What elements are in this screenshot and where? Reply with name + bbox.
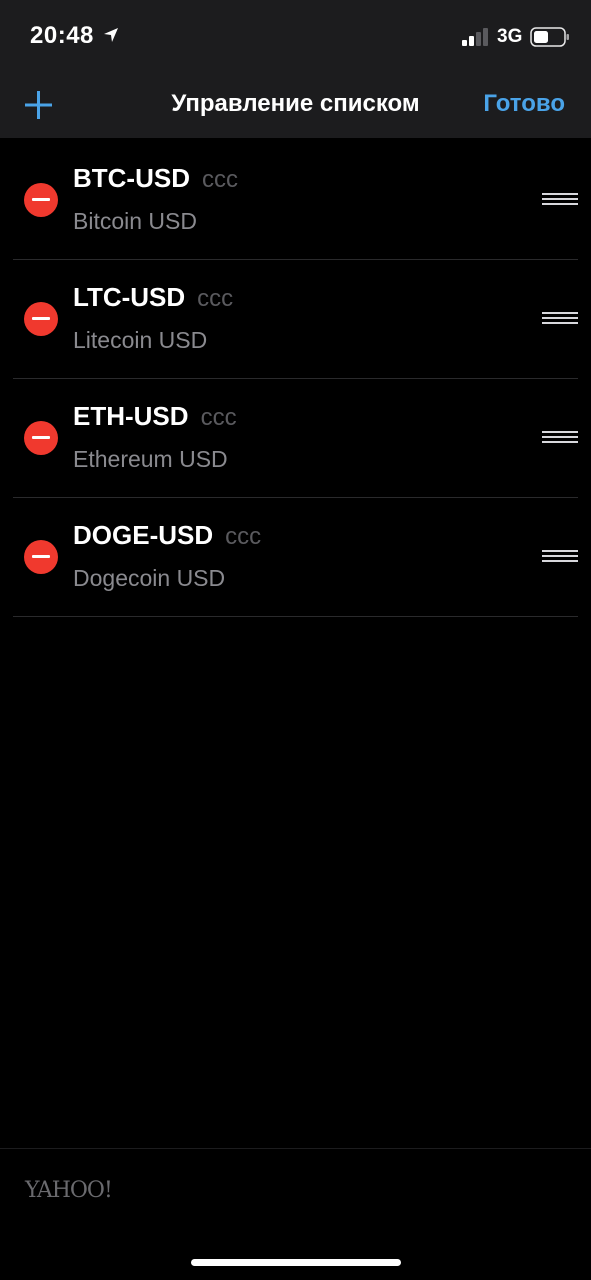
list-item: LTC-USD CCC Litecoin USD: [13, 260, 578, 379]
delete-minus-icon[interactable]: [24, 540, 58, 574]
reorder-handle-icon[interactable]: [542, 431, 578, 445]
done-button[interactable]: Готово: [483, 90, 565, 118]
reorder-handle-icon[interactable]: [542, 193, 578, 207]
exchange-label: CCC: [202, 166, 238, 193]
ticker-symbol-text: BTC-USD: [73, 163, 190, 193]
delete-minus-icon[interactable]: [24, 302, 58, 336]
exchange-label: CCC: [225, 523, 262, 550]
yahoo-logo: YAHOO!: [25, 1178, 113, 1203]
battery-icon: [530, 27, 569, 47]
ticker-symbol-text: LTC-USD: [73, 282, 186, 312]
exchange-label: CCC: [197, 285, 234, 312]
exchange-label: CCC: [200, 404, 237, 431]
ticker-name: Dogecoin USD: [73, 565, 226, 591]
status-time: 20:48: [30, 22, 94, 49]
list-item: BTC-USD CCC Bitcoin USD: [13, 141, 578, 260]
reorder-handle-icon[interactable]: [542, 550, 578, 564]
home-indicator[interactable]: [191, 1259, 401, 1266]
signal-icon: [462, 28, 488, 46]
reorder-handle-icon[interactable]: [542, 312, 578, 326]
ticker-symbol: ETH-USD CCC: [73, 401, 237, 432]
ticker-symbol: DOGE-USD CCC: [73, 520, 261, 551]
footer-divider: [0, 1148, 591, 1149]
network-type-label: 3G: [497, 26, 523, 47]
ticker-symbol-text: DOGE-USD: [73, 520, 214, 550]
ticker-name: Bitcoin USD: [73, 208, 197, 234]
delete-minus-icon[interactable]: [24, 183, 58, 217]
page-title: Управление списком: [171, 90, 420, 117]
list-item: DOGE-USD CCC Dogecoin USD: [13, 498, 578, 617]
ticker-name: Ethereum USD: [73, 446, 228, 472]
delete-minus-icon[interactable]: [24, 421, 58, 455]
ticker-symbol: LTC-USD CCC: [73, 282, 233, 313]
ticker-symbol: BTC-USD CCC: [73, 163, 238, 194]
location-arrow-icon: [104, 28, 118, 42]
list-item: ETH-USD CCC Ethereum USD: [13, 379, 578, 498]
status-bar: 20:48 3G: [0, 0, 591, 70]
watchlist: BTC-USD CCC Bitcoin USD LTC-USD CCC Liteco…: [0, 141, 591, 617]
ticker-symbol-text: ETH-USD: [73, 401, 189, 431]
ticker-name: Litecoin USD: [73, 327, 208, 353]
nav-bar: Управление списком Готово: [0, 70, 591, 138]
add-plus-icon[interactable]: [20, 86, 58, 124]
